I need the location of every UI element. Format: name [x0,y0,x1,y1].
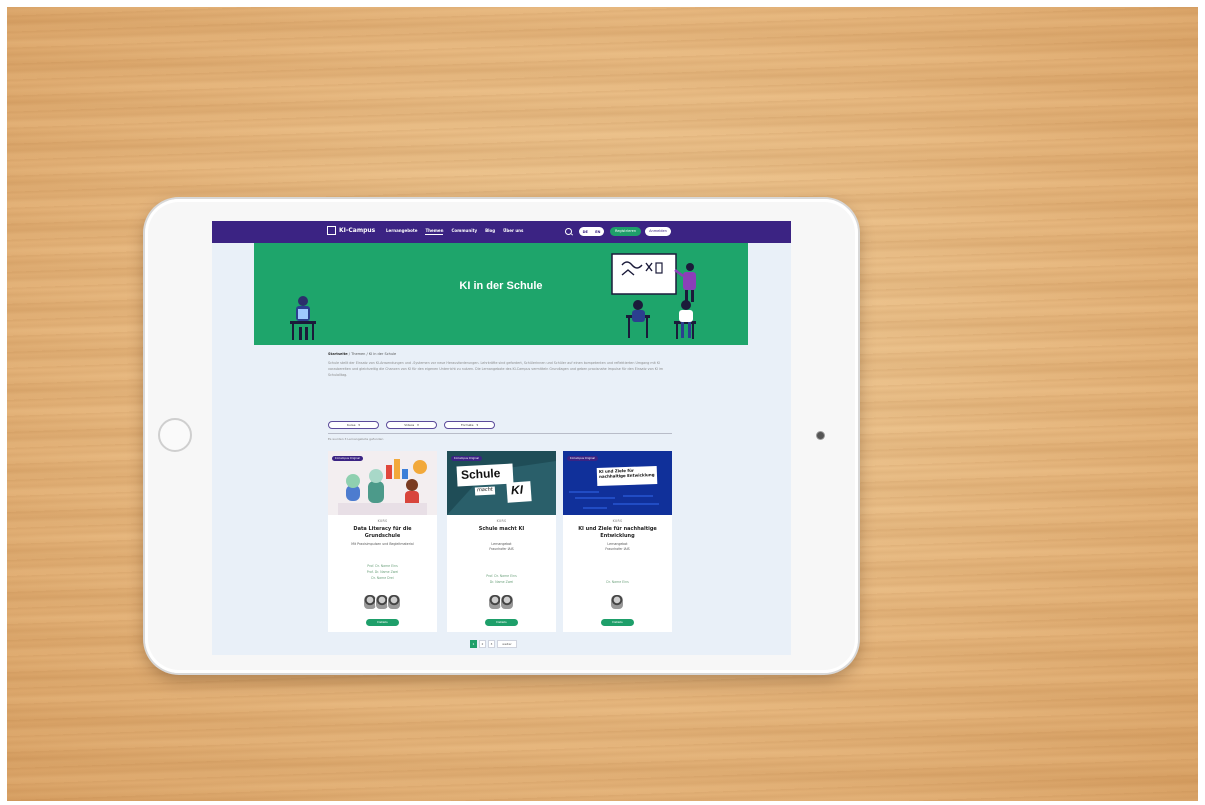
site-logo[interactable]: KI-Campus [327,226,375,235]
course-type: KURS [377,519,388,523]
avatar [499,594,514,610]
course-instructor: Dr. Name Eins [606,580,629,584]
avatar [609,594,624,610]
filter-label: Kurse [347,423,356,427]
nav-links: Lernangebote Themen Community Blog Über … [386,228,523,235]
course-instructor: Dr. Name Drei [371,576,394,580]
course-meta: Fraunhofer IAIS [605,547,630,551]
logo-icon [327,226,336,235]
results-count: Es wurden 3 Lernangebote gefunden [328,437,384,441]
course-tag-badge: KI-Campus Original [567,456,598,461]
filter-bar: Kurse ▾ Videos ▾ Formate ▾ [328,421,495,429]
details-button[interactable]: Details [485,619,518,626]
filter-label: Formate [461,423,474,427]
course-type: KURS [496,519,507,523]
course-title: Data Literacy für die Grundschule [353,526,412,539]
filter-dropdown-kurse[interactable]: Kurse ▾ [328,421,379,429]
chevron-down-icon: ▾ [417,423,419,427]
nav-link-blog[interactable]: Blog [485,228,495,235]
language-toggle[interactable]: DE EN [579,227,604,236]
hero-illustration [290,253,696,340]
course-tag-badge: KI-Campus Original [332,456,363,461]
instructor-avatars [328,594,437,610]
course-meta: Fraunhofer IAIS [489,547,514,551]
banner-word-schule: Schule [460,465,501,483]
page-button-2[interactable]: 2 [479,640,486,648]
course-card[interactable]: KI-Campus Original KURS Data Literacy fü… [328,451,437,632]
hero-banner: KI in der Schule [254,243,748,345]
filter-label: Videos [404,423,415,427]
filter-dropdown-videos[interactable]: Videos ▾ [386,421,437,429]
banner-word-macht: macht [476,486,493,494]
nav-link-themen[interactable]: Themen [425,228,444,235]
student-left-illustration [290,296,316,340]
breadcrumb-themen[interactable]: Themen [351,352,365,356]
instructor-avatars [447,594,556,610]
course-instructor: Dr. Name Zwei [489,580,514,584]
instructor-avatars [563,594,672,610]
breadcrumb: Startseite / Themen / KI in der Schule [328,352,396,356]
tablet-screen: KI-Campus Lernangebote Themen Community … [212,221,791,655]
banner-word-ki: KI [510,482,524,498]
details-button[interactable]: Details [601,619,634,626]
pagination: 1 2 3 weiter [470,640,517,648]
login-button[interactable]: Anmelden [645,227,671,236]
tablet-camera [817,432,824,439]
course-title: Schule macht KI [478,526,525,532]
chevron-down-icon: ▾ [476,423,478,427]
course-meta: Mit Praxisimpulsen und Begleitmaterial [351,542,414,546]
course-card-image: Schule macht KI KI-Campus Original [447,451,556,515]
course-title: KI und Ziele für nachhaltige Entwicklung [578,526,657,539]
language-option-en[interactable]: EN [595,230,600,234]
chevron-down-icon: ▾ [358,423,360,427]
breadcrumb-home[interactable]: Startseite [328,352,348,356]
course-card-image: KI-Campus Original [328,451,437,515]
intro-paragraph: Schule stellt der Einsatz von KI-Anwendu… [328,361,664,378]
page-button-1[interactable]: 1 [470,640,477,648]
tablet-home-button [158,418,192,452]
course-card[interactable]: KI und Ziele für nachhaltige Entwicklung… [563,451,672,632]
details-button[interactable]: Details [366,619,399,626]
course-card[interactable]: Schule macht KI KI-Campus Original KURS … [447,451,556,632]
register-button[interactable]: Registrieren [610,227,641,236]
top-navbar: KI-Campus Lernangebote Themen Community … [212,221,791,243]
nav-link-community[interactable]: Community [451,228,477,235]
nav-link-lernangebote[interactable]: Lernangebote [386,228,417,235]
breadcrumb-current: KI in der Schule [368,352,397,356]
banner-text-sdg: KI und Ziele für nachhaltige Entwicklung [598,467,655,479]
course-card-image: KI und Ziele für nachhaltige Entwicklung… [563,451,672,515]
nav-link-ueber-uns[interactable]: Über uns [503,228,523,235]
course-tag-badge: KI-Campus Original [451,456,482,461]
course-type: KURS [612,519,623,523]
students-right-illustration [626,300,696,339]
logo-text: KI-Campus [339,227,376,234]
next-page-button[interactable]: weiter [497,640,517,648]
page-button-3[interactable]: 3 [488,640,495,648]
hero-title: KI in der Schule [459,280,543,292]
filter-dropdown-formate[interactable]: Formate ▾ [444,421,495,429]
avatar [386,594,401,610]
language-option-de[interactable]: DE [583,230,588,234]
search-icon[interactable] [565,228,572,235]
filter-divider [328,433,672,434]
